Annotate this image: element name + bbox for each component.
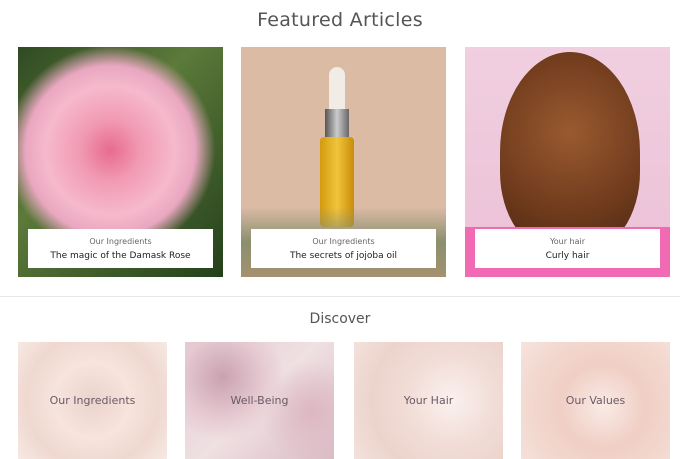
discover-tile-our-ingredients[interactable]: Our Ingredients <box>18 342 167 459</box>
article-card-jojoba-oil[interactable]: Our Ingredients The secrets of jojoba oi… <box>241 47 446 277</box>
section-divider <box>0 296 680 297</box>
article-category: Our Ingredients <box>89 237 152 246</box>
article-title[interactable]: The magic of the Damask Rose <box>28 251 213 261</box>
article-caption: Your hair Curly hair <box>475 229 660 268</box>
article-caption: Our Ingredients The magic of the Damask … <box>28 229 213 268</box>
article-category: Our Ingredients <box>312 237 375 246</box>
tile-label: Your Hair <box>403 394 454 407</box>
tile-label: Our Ingredients <box>49 394 136 407</box>
article-title[interactable]: Curly hair <box>475 251 660 261</box>
discover-tile-well-being[interactable]: Well-Being <box>185 342 334 459</box>
tile-label: Well-Being <box>230 394 289 407</box>
article-category: Your hair <box>549 237 586 246</box>
discover-tile-your-hair[interactable]: Your Hair <box>354 342 503 459</box>
article-title[interactable]: The secrets of jojoba oil <box>251 251 436 261</box>
discover-tile-our-values[interactable]: Our Values <box>521 342 670 459</box>
featured-articles-heading: Featured Articles <box>257 9 423 31</box>
article-card-curly-hair[interactable]: Your hair Curly hair <box>465 47 670 277</box>
article-caption: Our Ingredients The secrets of jojoba oi… <box>251 229 436 268</box>
tile-label: Our Values <box>565 394 626 407</box>
discover-heading: Discover <box>309 311 371 327</box>
article-card-damask-rose[interactable]: Our Ingredients The magic of the Damask … <box>18 47 223 277</box>
